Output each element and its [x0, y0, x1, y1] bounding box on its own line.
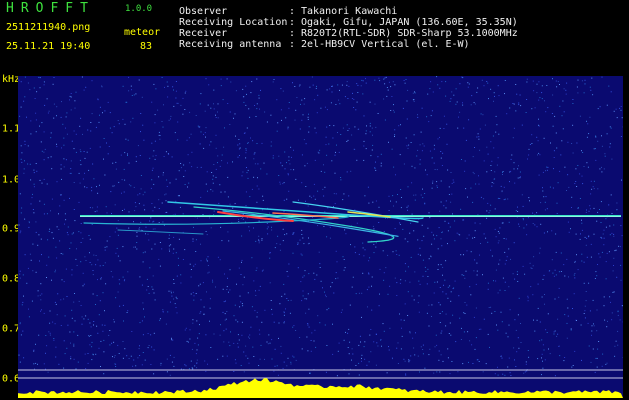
file-datetime: 25.11.21 19:40: [6, 41, 91, 52]
info-label-antenna: Receiving antenna: [179, 39, 282, 50]
detection-label: meteor: [124, 27, 161, 38]
app-title: HROFFT: [6, 1, 95, 16]
info-label-location: Receiving Location: [179, 17, 288, 28]
spectrogram-plot: [18, 76, 623, 398]
detection-count: 83: [140, 41, 153, 52]
file-name: 2511211940.png: [6, 22, 91, 33]
info-colon-1: :: [289, 6, 296, 17]
info-value-location: Ogaki, Gifu, JAPAN (136.60E, 35.35N): [301, 17, 518, 28]
info-value-receiver: R820T2(RTL-SDR) SDR-Sharp 53.1000MHz: [301, 28, 518, 39]
carrier-core: [80, 216, 621, 217]
info-value-antenna: 2el-HB9CV Vertical (el. E-W): [301, 39, 470, 50]
spectrogram-background: [18, 76, 623, 398]
info-colon-3: :: [289, 28, 296, 39]
app-version: 1.0.0: [125, 4, 153, 14]
info-label-observer: Observer: [179, 6, 228, 17]
spectrogram-image: [18, 76, 623, 398]
header-panel: HROFFT 1.0.0 2511211940.png 25.11.21 19:…: [0, 0, 629, 72]
info-colon-2: :: [289, 17, 296, 28]
info-label-receiver: Receiver: [179, 28, 228, 39]
info-colon-4: :: [289, 39, 296, 50]
info-value-observer: Takanori Kawachi: [301, 6, 398, 17]
